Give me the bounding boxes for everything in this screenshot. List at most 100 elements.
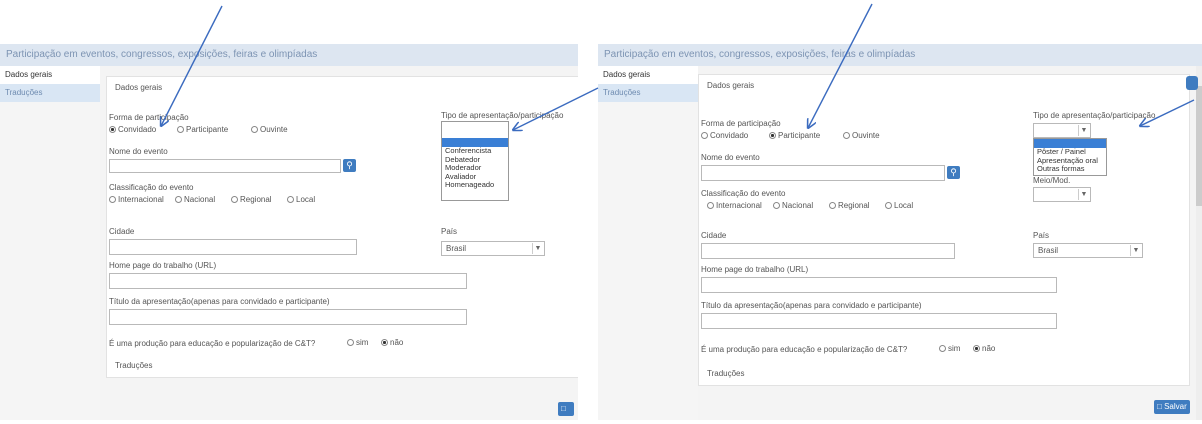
tipo-apresentacao-label: Tipo de apresentação/participação bbox=[1033, 111, 1156, 120]
radio-dot bbox=[939, 345, 946, 353]
radio-nacional[interactable]: Nacional bbox=[773, 201, 813, 210]
radio-dot bbox=[109, 196, 116, 204]
classificacao-label: Classificação do evento bbox=[109, 183, 194, 192]
content-area: Dados gerais Forma de participação Convi… bbox=[698, 66, 1196, 420]
radio-dot bbox=[109, 126, 116, 134]
radio-participante[interactable]: Participante bbox=[769, 131, 820, 140]
radio-ouvinte[interactable]: Ouvinte bbox=[843, 131, 880, 140]
cidade-input[interactable] bbox=[701, 243, 955, 259]
classificacao-label: Classificação do evento bbox=[701, 189, 786, 198]
radio-dot bbox=[231, 196, 238, 204]
radio-dot bbox=[885, 202, 892, 210]
titulo-apresentacao-input[interactable] bbox=[109, 309, 467, 325]
radio-regional[interactable]: Regional bbox=[231, 195, 272, 204]
forma-participacao-label: Forma de participação bbox=[109, 113, 189, 122]
radio-regional[interactable]: Regional bbox=[829, 201, 870, 210]
sidebar: Dados gerais Traduções bbox=[598, 66, 698, 420]
section-card: Dados gerais Forma de participação Convi… bbox=[106, 76, 578, 378]
help-icon[interactable] bbox=[1186, 76, 1198, 90]
radio-dot bbox=[347, 339, 354, 347]
pais-select[interactable]: Brasil ▼ bbox=[441, 241, 545, 256]
radio-dot bbox=[251, 126, 258, 134]
nome-evento-label: Nome do evento bbox=[701, 153, 760, 162]
radio-nao[interactable]: não bbox=[973, 344, 995, 353]
section-title: Dados gerais bbox=[707, 81, 755, 90]
radio-ouvinte[interactable]: Ouvinte bbox=[251, 125, 288, 134]
cidade-label: Cidade bbox=[109, 227, 135, 236]
radio-dot bbox=[973, 345, 980, 353]
educacao-label: É uma produção para educação e populariz… bbox=[109, 339, 316, 348]
radio-convidado[interactable]: Convidado bbox=[701, 131, 748, 140]
meio-select[interactable]: ▼ bbox=[1033, 187, 1091, 202]
section-card: Dados gerais Forma de participação Convi… bbox=[698, 74, 1190, 386]
nome-evento-label: Nome do evento bbox=[109, 147, 168, 156]
educacao-label: É uma produção para educação e populariz… bbox=[701, 345, 908, 354]
scrollbar-thumb[interactable] bbox=[1196, 86, 1202, 206]
save-icon: □ bbox=[561, 404, 566, 413]
radio-dot bbox=[769, 132, 776, 140]
sidebar-item-traducoes[interactable]: Traduções bbox=[0, 84, 100, 102]
cidade-input[interactable] bbox=[109, 239, 357, 255]
radio-dot bbox=[177, 126, 184, 134]
chevron-down-icon: ▼ bbox=[1078, 189, 1089, 200]
tipo-apresentacao-dropdown[interactable]: Pôster / Painel Apresentação oral Outras… bbox=[1033, 138, 1107, 176]
window-title: Participação em eventos, congressos, exp… bbox=[598, 44, 1202, 66]
radio-sim[interactable]: sim bbox=[347, 338, 368, 347]
radio-participante[interactable]: Participante bbox=[177, 125, 228, 134]
homepage-input[interactable] bbox=[109, 273, 467, 289]
section-title: Dados gerais bbox=[115, 83, 163, 92]
sidebar-item-traducoes[interactable]: Traduções bbox=[598, 84, 698, 102]
chevron-down-icon: ▼ bbox=[1130, 245, 1141, 256]
radio-dot bbox=[175, 196, 182, 204]
left-form-window: Participação em eventos, congressos, exp… bbox=[0, 44, 578, 420]
scrollbar[interactable] bbox=[1196, 66, 1202, 420]
chevron-down-icon: ▼ bbox=[1078, 125, 1089, 136]
radio-internacional[interactable]: Internacional bbox=[707, 201, 762, 210]
radio-dot bbox=[381, 339, 388, 347]
nome-evento-input[interactable] bbox=[701, 165, 945, 181]
tipo-apresentacao-dropdown[interactable]: Conferencista Debatedor Moderador Avalia… bbox=[441, 121, 509, 201]
titulo-apresentacao-label: Título da apresentação(apenas para convi… bbox=[109, 297, 330, 306]
homepage-input[interactable] bbox=[701, 277, 1057, 293]
save-button[interactable]: □ Salvar bbox=[1154, 400, 1190, 414]
sidebar: Dados gerais Traduções bbox=[0, 66, 100, 420]
radio-dot bbox=[829, 202, 836, 210]
titulo-apresentacao-input[interactable] bbox=[701, 313, 1057, 329]
pais-label: País bbox=[1033, 231, 1050, 240]
tipo-apresentacao-label: Tipo de apresentação/participação bbox=[441, 111, 564, 120]
forma-participacao-label: Forma de participação bbox=[701, 119, 781, 128]
radio-dot bbox=[707, 202, 714, 210]
traducoes-label: Traduções bbox=[115, 361, 153, 370]
sidebar-item-dados-gerais[interactable]: Dados gerais bbox=[0, 66, 100, 84]
homepage-label: Home page do trabalho (URL) bbox=[109, 261, 217, 270]
radio-local[interactable]: Local bbox=[287, 195, 315, 204]
search-icon[interactable]: ⚲ bbox=[343, 159, 356, 172]
radio-dot bbox=[773, 202, 780, 210]
meio-label: Meio/Mod. bbox=[1033, 176, 1071, 185]
pais-label: País bbox=[441, 227, 458, 236]
dropdown-item[interactable]: Outras formas bbox=[1034, 164, 1106, 174]
search-icon[interactable]: ⚲ bbox=[947, 166, 960, 179]
chevron-down-icon: ▼ bbox=[532, 243, 543, 254]
tipo-apresentacao-select[interactable]: ▼ bbox=[1033, 123, 1091, 138]
radio-nacional[interactable]: Nacional bbox=[175, 195, 215, 204]
radio-convidado[interactable]: Convidado bbox=[109, 125, 156, 134]
radio-nao[interactable]: não bbox=[381, 338, 403, 347]
radio-dot bbox=[843, 132, 850, 140]
window-title: Participação em eventos, congressos, exp… bbox=[0, 44, 578, 66]
radio-sim[interactable]: sim bbox=[939, 344, 960, 353]
radio-local[interactable]: Local bbox=[885, 201, 913, 210]
dropdown-item[interactable]: Homenageado bbox=[442, 180, 508, 190]
pais-select[interactable]: Brasil ▼ bbox=[1033, 243, 1143, 258]
radio-internacional[interactable]: Internacional bbox=[109, 195, 164, 204]
nome-evento-input[interactable] bbox=[109, 159, 341, 173]
sidebar-item-dados-gerais[interactable]: Dados gerais bbox=[598, 66, 698, 84]
radio-dot bbox=[701, 132, 708, 140]
cidade-label: Cidade bbox=[701, 231, 727, 240]
save-button[interactable]: □ bbox=[558, 402, 574, 416]
right-form-window: Participação em eventos, congressos, exp… bbox=[598, 44, 1202, 420]
dropdown-item[interactable] bbox=[442, 122, 508, 138]
traducoes-label: Traduções bbox=[707, 369, 745, 378]
content-area: Dados gerais Forma de participação Convi… bbox=[100, 66, 578, 420]
radio-dot bbox=[287, 196, 294, 204]
